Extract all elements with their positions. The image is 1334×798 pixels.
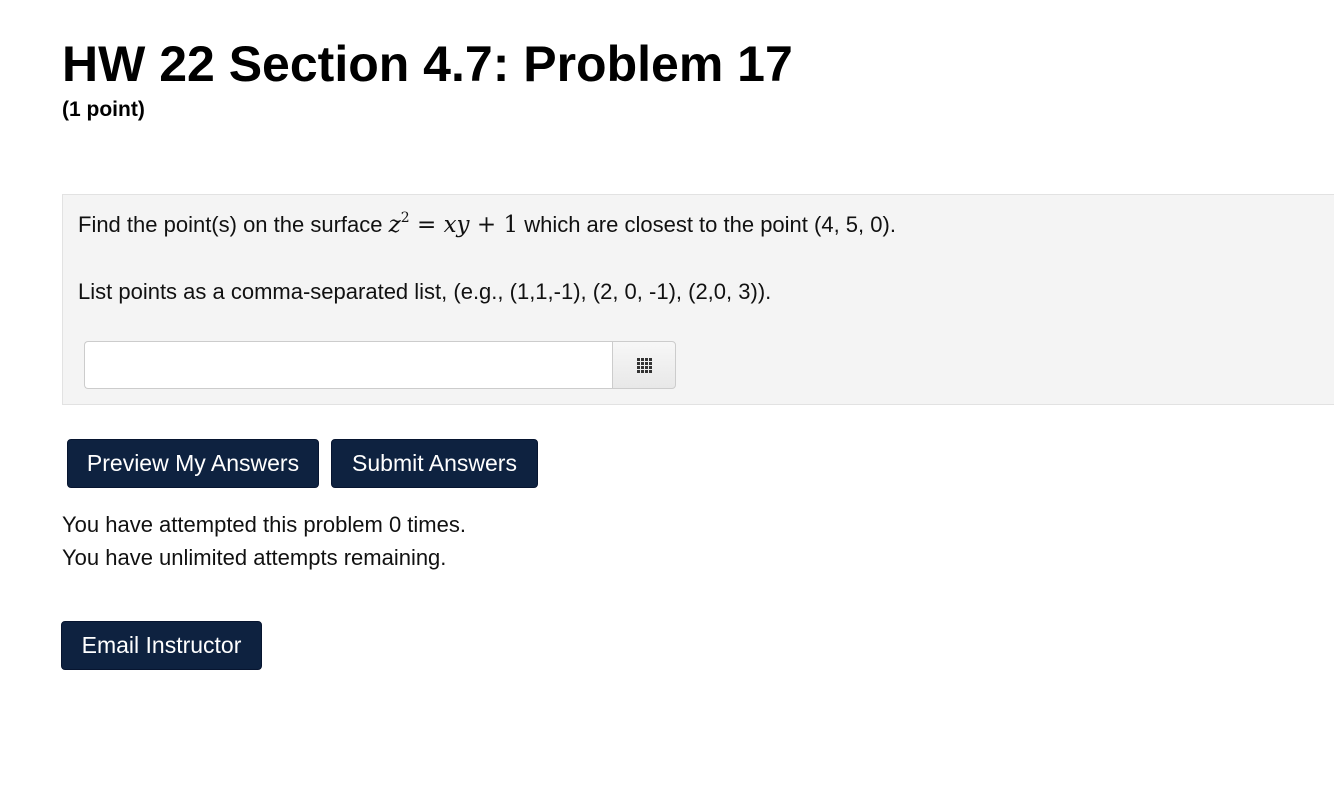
point-value: (1 point) [62,98,145,121]
problem-box: Find the point(s) on the surface z2 = xy… [62,194,1334,405]
email-instructor-button[interactable]: Email Instructor [61,621,262,670]
attempts-status: You have attempted this problem 0 times. [62,512,466,537]
answer-group [84,341,676,389]
surface-equation: z2 = xy + 1 [388,210,519,238]
equation-palette-button[interactable] [612,341,676,389]
page-title: HW 22 Section 4.7: Problem 17 [62,36,793,92]
submit-answers-button[interactable]: Submit Answers [331,439,538,488]
remaining-status: You have unlimited attempts remaining. [62,545,447,570]
problem-statement: Find the point(s) on the surface z2 = xy… [78,211,896,239]
problem-instructions: List points as a comma-separated list, (… [78,279,772,304]
grid-icon [636,357,652,373]
problem-page: HW 22 Section 4.7: Problem 17 (1 point) … [0,0,1334,798]
answer-input[interactable] [84,341,612,389]
problem-text-before: Find the point(s) on the surface [78,212,389,237]
preview-answers-button[interactable]: Preview My Answers [67,439,319,488]
problem-text-after: which are closest to the point (4, 5, 0)… [518,212,896,237]
